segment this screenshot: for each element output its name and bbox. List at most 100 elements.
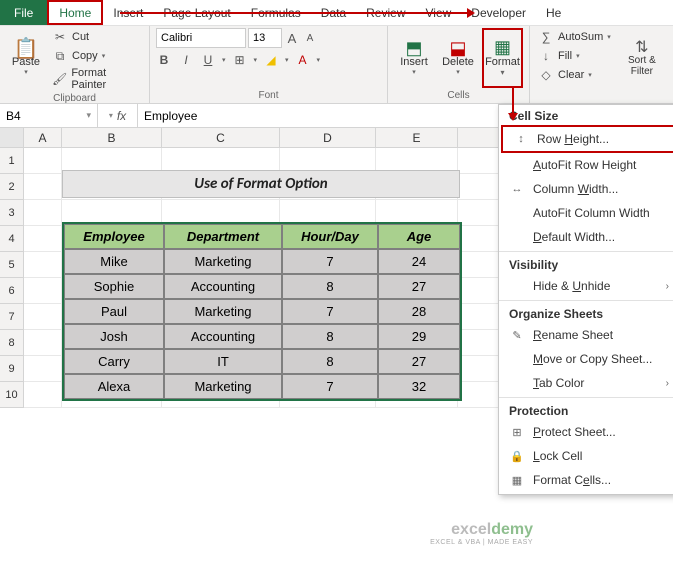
menu-item-row-height[interactable]: ↕ Row Height... [501,125,673,153]
title-cell[interactable]: Use of Format Option [62,170,460,198]
table-cell[interactable]: 29 [378,324,460,349]
bold-button[interactable]: B [156,52,172,68]
table-cell[interactable]: 32 [378,374,460,399]
col-header[interactable]: D [280,128,376,147]
row-header[interactable]: 6 [0,278,23,304]
row-header[interactable]: 4 [0,226,23,252]
menu-item-format-cells[interactable]: ▦ Format Cells... [499,468,673,492]
underline-button[interactable]: U [200,52,216,68]
data-table[interactable]: Employee Department Hour/Day Age Mike Ma… [62,222,462,401]
select-all-corner[interactable] [0,128,24,147]
menu-item-tab-color[interactable]: Tab Color › [499,371,673,395]
format-painter-button[interactable]: 🖌 Format Painter [50,66,143,92]
chevron-down-icon[interactable]: ▾ [285,56,289,64]
tab-file[interactable]: File [0,0,47,25]
table-cell[interactable]: 27 [378,274,460,299]
table-cell[interactable]: 24 [378,249,460,274]
group-label-font: Font [156,89,381,103]
table-row: Sophie Accounting 8 27 [64,274,460,299]
chevron-down-icon[interactable]: ▾ [317,56,321,64]
table-cell[interactable]: Sophie [64,274,164,299]
watermark-sub: EXCEL & VBA | MADE EASY [430,539,533,546]
table-cell[interactable]: 7 [282,299,378,324]
table-cell[interactable]: Marketing [164,299,282,324]
row-header[interactable]: 5 [0,252,23,278]
copy-button[interactable]: ⧉ Copy ▾ [50,47,143,65]
chevron-down-icon[interactable]: ▾ [109,111,113,120]
table-cell[interactable]: 7 [282,374,378,399]
table-cell[interactable]: Alexa [64,374,164,399]
fx-icon[interactable]: fx [117,109,126,123]
col-header[interactable]: A [24,128,62,147]
table-header[interactable]: Hour/Day [282,224,378,249]
row-header[interactable]: 2 [0,174,23,200]
fill-color-button[interactable]: ◢ [263,52,279,68]
table-cell[interactable]: 7 [282,249,378,274]
table-cell[interactable]: Marketing [164,249,282,274]
table-cell[interactable]: Accounting [164,274,282,299]
col-header[interactable]: B [62,128,162,147]
table-cell[interactable]: Josh [64,324,164,349]
font-color-button[interactable]: A [295,52,311,68]
tab-help[interactable]: He [536,0,571,25]
paste-label: Paste [12,56,40,68]
table-cell[interactable]: 28 [378,299,460,324]
menu-item-default-width[interactable]: Default Width... [499,225,673,249]
table-cell[interactable]: IT [164,349,282,374]
menu-item-move-copy[interactable]: Move or Copy Sheet... [499,347,673,371]
name-box[interactable]: B4 ▾ [0,104,98,127]
row-header[interactable]: 3 [0,200,23,226]
menu-item-autofit-column[interactable]: AutoFit Column Width [499,201,673,225]
clear-label: Clear [558,69,584,81]
table-cell[interactable]: 8 [282,324,378,349]
row-header[interactable]: 7 [0,304,23,330]
col-header[interactable]: C [162,128,280,147]
menu-item-hide-unhide[interactable]: Hide & Unhide › [499,274,673,298]
table-header[interactable]: Department [164,224,282,249]
increase-font-icon[interactable]: A [284,30,300,46]
group-label-cells: Cells [394,89,523,103]
fill-button[interactable]: ↓ Fill ▾ [536,47,613,65]
font-name-select[interactable] [156,28,246,48]
border-button[interactable]: ⊞ [232,52,248,68]
insert-cells-button[interactable]: ⬒ Insert ▾ [394,28,434,88]
font-size-select[interactable] [248,28,282,48]
col-header[interactable]: E [376,128,458,147]
paste-button[interactable]: 📋 Paste ▾ [6,28,46,88]
format-cells-label: Format [485,56,520,68]
table-header[interactable]: Age [378,224,460,249]
table-cell[interactable]: 8 [282,274,378,299]
autosum-button[interactable]: ∑ AutoSum ▾ [536,28,613,46]
table-cell[interactable]: 8 [282,349,378,374]
sort-filter-button[interactable]: ⇅ Sort & Filter [617,28,667,88]
tab-home[interactable]: Home [47,0,103,25]
menu-item-lock-cell[interactable]: 🔒 Lock Cell [499,444,673,468]
menu-item-rename-sheet[interactable]: ✎ Rename Sheet [499,323,673,347]
decrease-font-icon[interactable]: A [302,30,318,46]
menu-item-column-width[interactable]: ↔ Column Width... [499,177,673,201]
chevron-down-icon[interactable]: ▾ [254,56,258,64]
cut-button[interactable]: ✂ Cut [50,28,143,46]
table-cell[interactable]: Paul [64,299,164,324]
table-cell[interactable]: Carry [64,349,164,374]
scissors-icon: ✂ [52,29,68,45]
italic-button[interactable]: I [178,52,194,68]
row-header[interactable]: 8 [0,330,23,356]
table-cell[interactable]: Accounting [164,324,282,349]
table-cell[interactable]: 27 [378,349,460,374]
menu-item-autofit-row[interactable]: AutoFit Row Height [499,153,673,177]
table-header[interactable]: Employee [64,224,164,249]
menu-item-protect-sheet[interactable]: ⊞ Protect Sheet... [499,420,673,444]
clear-button[interactable]: ◇ Clear ▾ [536,66,613,84]
table-cell[interactable]: Mike [64,249,164,274]
delete-cells-button[interactable]: ⬓ Delete ▾ [438,28,478,88]
ribbon-group-cells: ⬒ Insert ▾ ⬓ Delete ▾ ▦ Format ▾ Cells [388,26,530,103]
table-cell[interactable]: Marketing [164,374,282,399]
chevron-down-icon[interactable]: ▾ [222,56,226,64]
row-header[interactable]: 10 [0,382,23,408]
row-header[interactable]: 9 [0,356,23,382]
row-header[interactable]: 1 [0,148,23,174]
sort-icon: ⇅ [634,39,650,55]
format-cells-button[interactable]: ▦ Format ▾ [482,28,523,88]
ribbon-group-clipboard: 📋 Paste ▾ ✂ Cut ⧉ Copy ▾ 🖌 Format Painte… [0,26,150,103]
